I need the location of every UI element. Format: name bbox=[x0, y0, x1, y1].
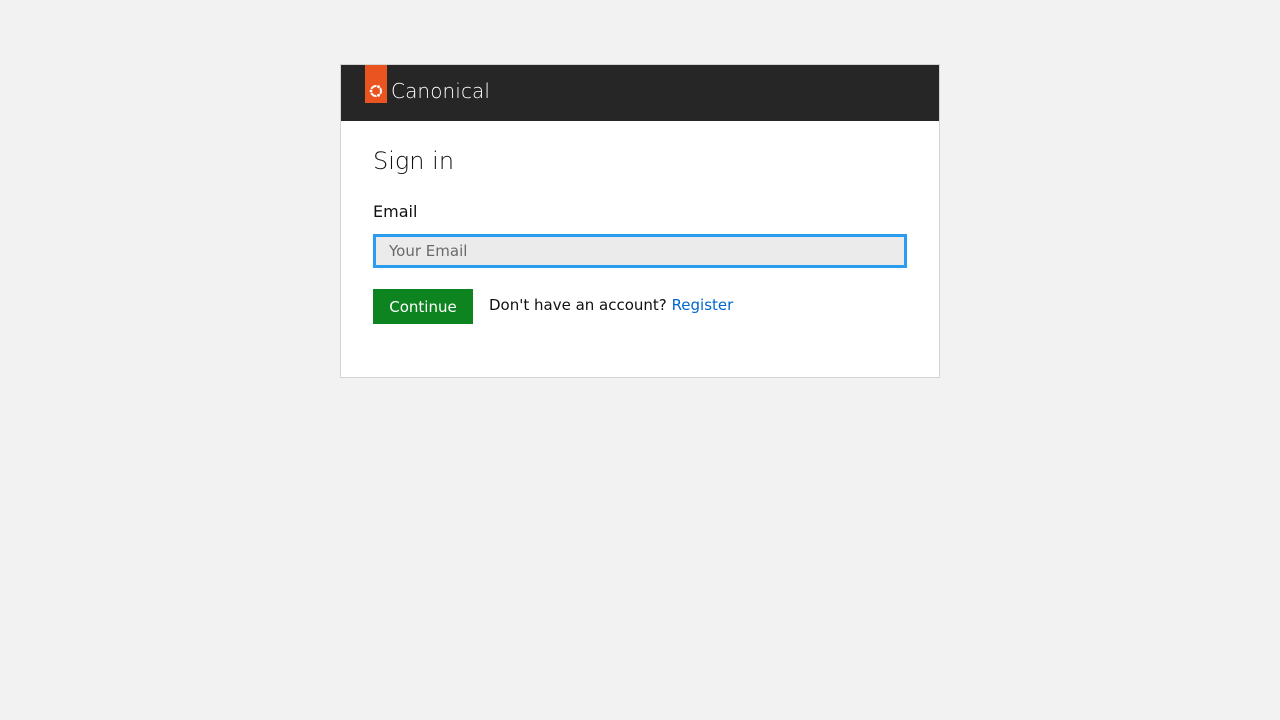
brand-name[interactable]: Canonical bbox=[391, 79, 490, 103]
register-link[interactable]: Register bbox=[672, 296, 734, 314]
register-prompt: Don't have an account? Register bbox=[489, 296, 733, 314]
page-title: Sign in bbox=[373, 147, 455, 175]
email-label: Email bbox=[373, 202, 418, 221]
sign-in-card: Canonical Sign in Email Continue Don't h… bbox=[340, 64, 940, 378]
canonical-logo[interactable] bbox=[365, 65, 387, 103]
account-prompt-text: Don't have an account? bbox=[489, 296, 667, 314]
continue-button[interactable]: Continue bbox=[373, 289, 473, 324]
ubuntu-circle-icon bbox=[368, 84, 382, 98]
header-bar: Canonical bbox=[341, 65, 939, 121]
email-field[interactable] bbox=[373, 234, 907, 268]
